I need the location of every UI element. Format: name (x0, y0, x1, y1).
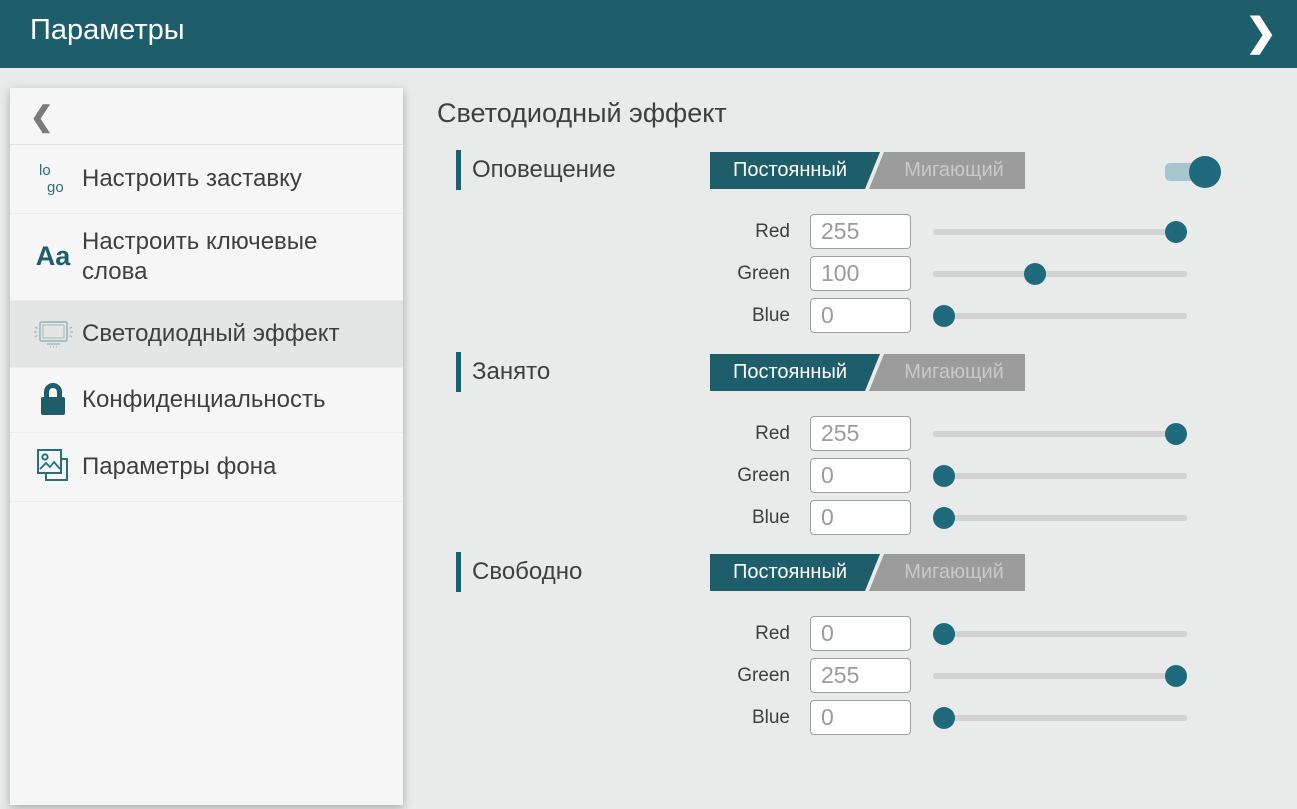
blue-input[interactable] (810, 500, 911, 535)
svg-text:lo: lo (39, 162, 51, 179)
section-busy: Занято Постоянный Мигающий Red Green Blu… (437, 352, 1297, 552)
green-input[interactable] (810, 658, 911, 693)
slider-track (933, 673, 1187, 679)
slider-thumb[interactable] (933, 507, 955, 529)
red-input[interactable] (810, 616, 911, 651)
green-slider[interactable] (933, 256, 1187, 291)
green-slider[interactable] (933, 458, 1187, 493)
section-accent-bar (456, 352, 461, 392)
sidebar-back-button[interactable]: ❮ (10, 88, 403, 145)
slider-track (933, 229, 1187, 235)
sidebar-item-privacy[interactable]: Конфиденциальность (10, 368, 403, 433)
led-display-icon (24, 314, 82, 354)
red-input[interactable] (810, 214, 911, 249)
blue-slider[interactable] (933, 298, 1187, 333)
blue-label: Blue (437, 700, 790, 735)
mode-solid-button[interactable]: Постоянный (710, 354, 880, 391)
svg-text:go: go (47, 179, 64, 196)
notification-toggle-switch[interactable] (1165, 155, 1227, 189)
logo-icon: lo go (24, 158, 82, 200)
lock-icon (24, 381, 82, 419)
mode-solid-button[interactable]: Постоянный (710, 554, 880, 591)
slider-thumb[interactable] (933, 623, 955, 645)
slider-thumb[interactable] (933, 707, 955, 729)
slider-track (933, 271, 1187, 277)
green-slider[interactable] (933, 658, 1187, 693)
mode-blink-button[interactable]: Мигающий (869, 554, 1025, 591)
green-input[interactable] (810, 458, 911, 493)
slider-thumb[interactable] (933, 465, 955, 487)
slider-track (933, 715, 1187, 721)
green-label: Green (437, 256, 790, 291)
red-label: Red (437, 416, 790, 451)
section-title: Оповещение (472, 150, 616, 190)
mode-toggle: Постоянный Мигающий (710, 354, 1025, 391)
sidebar-item-keywords[interactable]: Aa Настроить ключевые слова (10, 214, 403, 301)
section-heading: Светодиодный эффект (437, 98, 727, 129)
slider-thumb[interactable] (1165, 423, 1187, 445)
section-title: Занято (472, 352, 550, 392)
section-free: Свободно Постоянный Мигающий Red Green B… (437, 552, 1297, 752)
sidebar-item-label: Настроить заставку (82, 164, 302, 194)
page-title: Параметры (30, 14, 185, 47)
switch-knob (1189, 156, 1221, 188)
mode-blink-button[interactable]: Мигающий (869, 354, 1025, 391)
sidebar-item-led-effect[interactable]: Светодиодный эффект (10, 301, 403, 368)
mode-toggle: Постоянный Мигающий (710, 152, 1025, 189)
mode-toggle: Постоянный Мигающий (710, 554, 1025, 591)
slider-track (933, 473, 1187, 479)
red-slider[interactable] (933, 214, 1187, 249)
slider-thumb[interactable] (933, 305, 955, 327)
text-aa-icon: Aa (24, 241, 82, 272)
sidebar-item-label: Конфиденциальность (82, 385, 325, 415)
led-effect-panel: Светодиодный эффект Оповещение Постоянны… (437, 68, 1297, 809)
slider-thumb[interactable] (1165, 221, 1187, 243)
red-slider[interactable] (933, 616, 1187, 651)
app-header: Параметры ❯ (0, 0, 1297, 68)
section-notification: Оповещение Постоянный Мигающий Red Green (437, 150, 1297, 350)
sidebar-item-label: Параметры фона (82, 452, 276, 482)
settings-sidebar: ❮ lo go Настроить заставку Aa Настроить … (10, 88, 403, 805)
red-label: Red (437, 616, 790, 651)
blue-label: Blue (437, 298, 790, 333)
chevron-right-icon[interactable]: ❯ (1245, 8, 1277, 58)
slider-thumb[interactable] (1165, 665, 1187, 687)
sidebar-item-background[interactable]: Параметры фона (10, 433, 403, 502)
slider-track (933, 515, 1187, 521)
red-slider[interactable] (933, 416, 1187, 451)
blue-label: Blue (437, 500, 790, 535)
blue-slider[interactable] (933, 700, 1187, 735)
blue-slider[interactable] (933, 500, 1187, 535)
red-label: Red (437, 214, 790, 249)
slider-track (933, 431, 1187, 437)
red-input[interactable] (810, 416, 911, 451)
mode-solid-button[interactable]: Постоянный (710, 152, 880, 189)
section-accent-bar (456, 552, 461, 592)
green-label: Green (437, 658, 790, 693)
green-input[interactable] (810, 256, 911, 291)
section-title: Свободно (472, 552, 582, 592)
sidebar-item-screensaver[interactable]: lo go Настроить заставку (10, 145, 403, 214)
green-label: Green (437, 458, 790, 493)
section-accent-bar (456, 150, 461, 190)
slider-track (933, 313, 1187, 319)
blue-input[interactable] (810, 700, 911, 735)
slider-track (933, 631, 1187, 637)
mode-blink-button[interactable]: Мигающий (869, 152, 1025, 189)
background-images-icon (24, 446, 82, 488)
blue-input[interactable] (810, 298, 911, 333)
sidebar-item-label: Светодиодный эффект (82, 319, 340, 349)
sidebar-item-label: Настроить ключевые слова (82, 227, 382, 287)
slider-thumb[interactable] (1024, 263, 1046, 285)
chevron-left-icon: ❮ (30, 100, 53, 133)
